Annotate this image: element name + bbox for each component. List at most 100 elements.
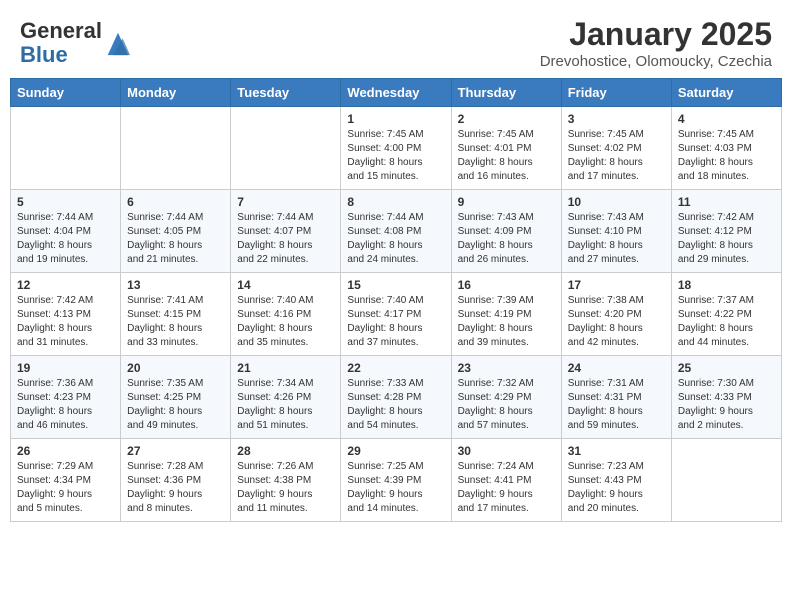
day-info: Sunrise: 7:44 AM Sunset: 4:08 PM Dayligh…: [347, 211, 444, 267]
calendar-cell: 8 Sunrise: 7:44 AM Sunset: 4:08 PM Daylig…: [341, 190, 451, 273]
calendar-cell: 4 Sunrise: 7:45 AM Sunset: 4:03 PM Daylig…: [671, 107, 781, 190]
calendar-header: SundayMondayTuesdayWednesdayThursdayFrid…: [11, 79, 782, 107]
weekday-header-thursday: Thursday: [451, 79, 561, 107]
calendar-cell: 28Sunrise: 7:26 AM Sunset: 4:38 PM Dayli…: [231, 439, 341, 522]
calendar-cell: 6 Sunrise: 7:44 AM Sunset: 4:05 PM Daylig…: [121, 190, 231, 273]
calendar-cell: 7 Sunrise: 7:44 AM Sunset: 4:07 PM Daylig…: [231, 190, 341, 273]
day-info: Sunrise: 7:40 AM Sunset: 4:16 PM Dayligh…: [237, 294, 334, 350]
day-info: Sunrise: 7:44 AM Sunset: 4:04 PM Dayligh…: [17, 211, 114, 267]
day-info: Sunrise: 7:25 AM Sunset: 4:39 PM Dayligh…: [347, 460, 444, 516]
calendar-cell: 20 Sunrise: 7:35 AM Sunset: 4:25 PM Dayli…: [121, 356, 231, 439]
day-number: 15: [347, 278, 444, 292]
day-info: Sunrise: 7:40 AM Sunset: 4:17 PM Dayligh…: [347, 294, 444, 350]
day-number: 2: [458, 112, 555, 126]
day-number: 22: [347, 361, 444, 375]
logo: General Blue: [20, 19, 132, 67]
logo-general: General: [20, 18, 102, 43]
day-number: 27: [127, 444, 224, 458]
day-info: Sunrise: 7:28 AM Sunset: 4:36 PM Dayligh…: [127, 460, 224, 516]
day-number: 6: [127, 195, 224, 209]
calendar-cell: 14 Sunrise: 7:40 AM Sunset: 4:16 PM Dayli…: [231, 273, 341, 356]
day-number: 25: [678, 361, 775, 375]
day-info: Sunrise: 7:33 AM Sunset: 4:28 PM Dayligh…: [347, 377, 444, 433]
calendar-table: SundayMondayTuesdayWednesdayThursdayFrid…: [10, 78, 782, 522]
day-info: Sunrise: 7:36 AM Sunset: 4:23 PM Dayligh…: [17, 377, 114, 433]
day-info: Sunrise: 7:45 AM Sunset: 4:03 PM Dayligh…: [678, 128, 775, 184]
calendar-cell: 27 Sunrise: 7:28 AM Sunset: 4:36 PM Dayli…: [121, 439, 231, 522]
day-info: Sunrise: 7:37 AM Sunset: 4:22 PM Dayligh…: [678, 294, 775, 350]
day-info: Sunrise: 7:44 AM Sunset: 4:07 PM Dayligh…: [237, 211, 334, 267]
day-info: Sunrise: 7:23 AM Sunset: 4:43 PM Dayligh…: [568, 460, 665, 516]
calendar-week-row: 5 Sunrise: 7:44 AM Sunset: 4:04 PM Daylig…: [11, 190, 782, 273]
day-number: 8: [347, 195, 444, 209]
calendar-cell: 17 Sunrise: 7:38 AM Sunset: 4:20 PM Dayli…: [561, 273, 671, 356]
day-number: 7: [237, 195, 334, 209]
day-info: Sunrise: 7:42 AM Sunset: 4:13 PM Dayligh…: [17, 294, 114, 350]
day-number: 24: [568, 361, 665, 375]
day-number: 17: [568, 278, 665, 292]
calendar-cell: 11 Sunrise: 7:42 AM Sunset: 4:12 PM Dayli…: [671, 190, 781, 273]
day-number: 31: [568, 444, 665, 458]
day-number: 9: [458, 195, 555, 209]
day-number: 13: [127, 278, 224, 292]
day-number: 29: [347, 444, 444, 458]
day-info: Sunrise: 7:38 AM Sunset: 4:20 PM Dayligh…: [568, 294, 665, 350]
logo-icon: [104, 29, 132, 57]
calendar-week-row: 19 Sunrise: 7:36 AM Sunset: 4:23 PM Dayli…: [11, 356, 782, 439]
day-number: 3: [568, 112, 665, 126]
calendar-cell: 18Sunrise: 7:37 AM Sunset: 4:22 PM Dayli…: [671, 273, 781, 356]
day-info: Sunrise: 7:31 AM Sunset: 4:31 PM Dayligh…: [568, 377, 665, 433]
calendar-cell: 1Sunrise: 7:45 AM Sunset: 4:00 PM Daylig…: [341, 107, 451, 190]
day-info: Sunrise: 7:30 AM Sunset: 4:33 PM Dayligh…: [678, 377, 775, 433]
calendar-cell: 9 Sunrise: 7:43 AM Sunset: 4:09 PM Daylig…: [451, 190, 561, 273]
logo-blue: Blue: [20, 42, 68, 67]
day-number: 1: [347, 112, 444, 126]
day-info: Sunrise: 7:39 AM Sunset: 4:19 PM Dayligh…: [458, 294, 555, 350]
day-info: Sunrise: 7:45 AM Sunset: 4:01 PM Dayligh…: [458, 128, 555, 184]
day-info: Sunrise: 7:35 AM Sunset: 4:25 PM Dayligh…: [127, 377, 224, 433]
calendar-body: 1Sunrise: 7:45 AM Sunset: 4:00 PM Daylig…: [11, 107, 782, 522]
calendar-cell: [11, 107, 121, 190]
calendar-cell: 19 Sunrise: 7:36 AM Sunset: 4:23 PM Dayli…: [11, 356, 121, 439]
calendar-cell: 23Sunrise: 7:32 AM Sunset: 4:29 PM Dayli…: [451, 356, 561, 439]
day-number: 5: [17, 195, 114, 209]
day-number: 4: [678, 112, 775, 126]
calendar-cell: 10 Sunrise: 7:43 AM Sunset: 4:10 PM Dayli…: [561, 190, 671, 273]
calendar-cell: 24 Sunrise: 7:31 AM Sunset: 4:31 PM Dayli…: [561, 356, 671, 439]
calendar-cell: 29 Sunrise: 7:25 AM Sunset: 4:39 PM Dayli…: [341, 439, 451, 522]
calendar-cell: [121, 107, 231, 190]
day-number: 19: [17, 361, 114, 375]
day-info: Sunrise: 7:26 AM Sunset: 4:38 PM Dayligh…: [237, 460, 334, 516]
calendar-cell: 2 Sunrise: 7:45 AM Sunset: 4:01 PM Daylig…: [451, 107, 561, 190]
calendar-cell: 15 Sunrise: 7:40 AM Sunset: 4:17 PM Dayli…: [341, 273, 451, 356]
calendar-cell: 13Sunrise: 7:41 AM Sunset: 4:15 PM Dayli…: [121, 273, 231, 356]
weekday-header-monday: Monday: [121, 79, 231, 107]
day-info: Sunrise: 7:32 AM Sunset: 4:29 PM Dayligh…: [458, 377, 555, 433]
day-info: Sunrise: 7:43 AM Sunset: 4:10 PM Dayligh…: [568, 211, 665, 267]
day-number: 16: [458, 278, 555, 292]
weekday-header-saturday: Saturday: [671, 79, 781, 107]
day-info: Sunrise: 7:24 AM Sunset: 4:41 PM Dayligh…: [458, 460, 555, 516]
calendar-cell: 22 Sunrise: 7:33 AM Sunset: 4:28 PM Dayli…: [341, 356, 451, 439]
location: Drevohostice, Olomoucky, Czechia: [540, 53, 772, 70]
calendar-week-row: 12Sunrise: 7:42 AM Sunset: 4:13 PM Dayli…: [11, 273, 782, 356]
day-number: 10: [568, 195, 665, 209]
weekday-header-friday: Friday: [561, 79, 671, 107]
weekday-header-wednesday: Wednesday: [341, 79, 451, 107]
calendar-cell: [671, 439, 781, 522]
day-number: 14: [237, 278, 334, 292]
month-title: January 2025: [540, 16, 772, 53]
weekday-header-row: SundayMondayTuesdayWednesdayThursdayFrid…: [11, 79, 782, 107]
calendar-cell: [231, 107, 341, 190]
page-header: General Blue January 2025 Drevohostice, …: [0, 0, 792, 78]
day-info: Sunrise: 7:42 AM Sunset: 4:12 PM Dayligh…: [678, 211, 775, 267]
day-number: 30: [458, 444, 555, 458]
day-info: Sunrise: 7:44 AM Sunset: 4:05 PM Dayligh…: [127, 211, 224, 267]
day-number: 11: [678, 195, 775, 209]
calendar-cell: 3Sunrise: 7:45 AM Sunset: 4:02 PM Daylig…: [561, 107, 671, 190]
calendar-cell: 31 Sunrise: 7:23 AM Sunset: 4:43 PM Dayli…: [561, 439, 671, 522]
day-number: 20: [127, 361, 224, 375]
calendar-cell: 12Sunrise: 7:42 AM Sunset: 4:13 PM Dayli…: [11, 273, 121, 356]
calendar-week-row: 1Sunrise: 7:45 AM Sunset: 4:00 PM Daylig…: [11, 107, 782, 190]
day-info: Sunrise: 7:43 AM Sunset: 4:09 PM Dayligh…: [458, 211, 555, 267]
